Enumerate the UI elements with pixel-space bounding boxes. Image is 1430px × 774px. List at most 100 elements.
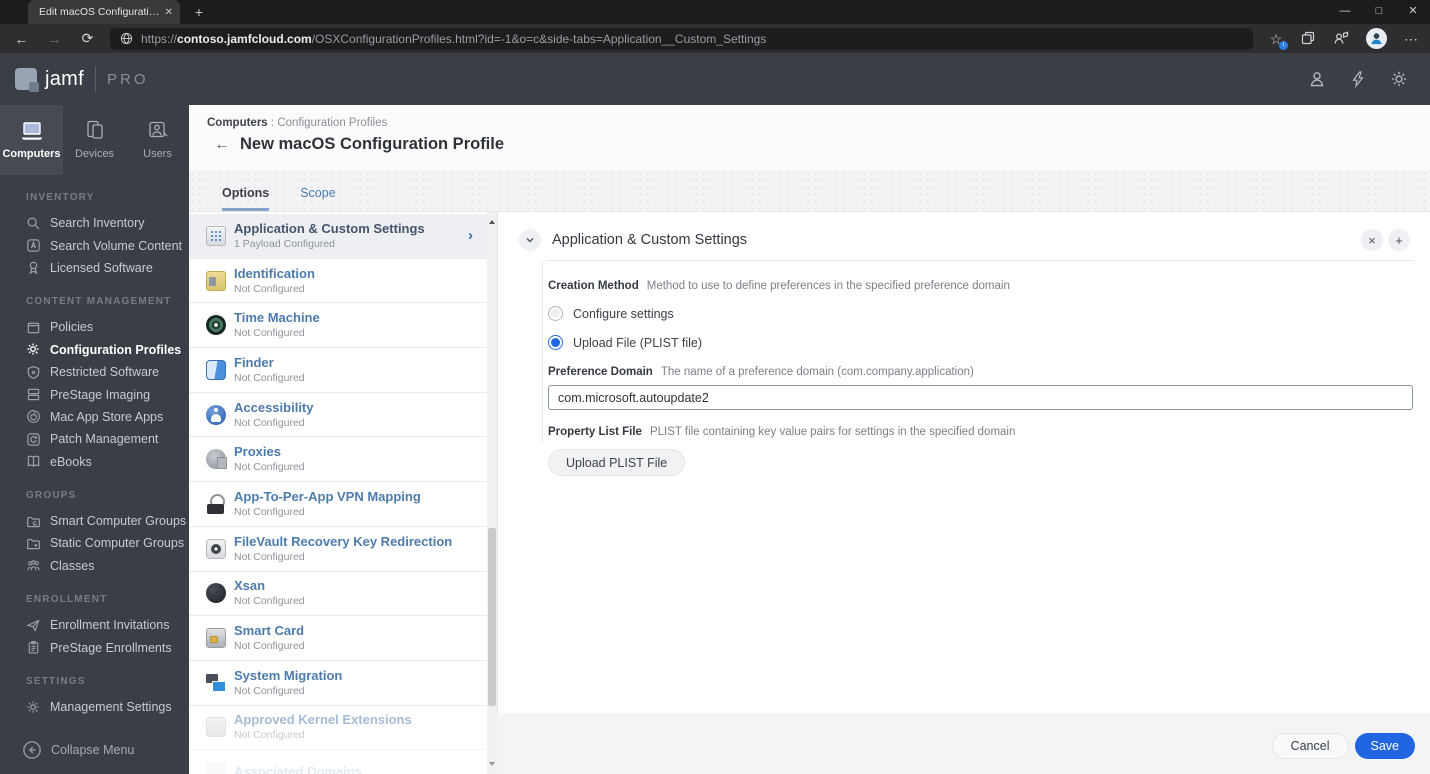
kernel-extensions-icon — [206, 717, 226, 738]
radio-upload-file[interactable]: Upload File (PLIST file) — [548, 335, 1412, 350]
close-icon[interactable]: ✕ — [1396, 0, 1430, 24]
globe-icon — [120, 32, 133, 45]
computers-icon — [21, 122, 42, 140]
payload-item-associated-domains[interactable]: Associated Domains — [189, 750, 487, 774]
server-icon — [27, 388, 40, 401]
payload-item-time-machine[interactable]: Time Machine Not Configured — [189, 303, 487, 349]
payload-item-filevault-recovery-key-redirection[interactable]: FileVault Recovery Key Redirection Not Co… — [189, 526, 487, 572]
preference-domain-input[interactable] — [548, 385, 1413, 410]
sidebar-item-configuration-profiles[interactable]: Configuration Profiles — [0, 339, 189, 361]
payload-item-app-to-per-app-vpn-mapping[interactable]: App-To-Per-App VPN Mapping Not Configured — [189, 482, 487, 527]
back-arrow-icon[interactable]: ← — [214, 136, 230, 154]
sidebar-item-enrollment-invitations[interactable]: Enrollment Invitations — [0, 614, 189, 636]
payload-item-application-custom-settings[interactable]: Application & Custom Settings 1 Payload C… — [189, 214, 487, 259]
address-bar[interactable]: https://contoso.jamfcloud.com/OSXConfigu… — [110, 27, 1253, 50]
lightning-icon[interactable] — [1350, 70, 1366, 88]
tab-close-icon[interactable]: ✕ — [165, 7, 173, 18]
nav-computers[interactable]: Computers — [0, 105, 63, 175]
add-payload-icon[interactable]: + — [1388, 229, 1410, 251]
payload-item-approved-kernel-extensions[interactable]: Approved Kernel Extensions Not Configured — [189, 705, 487, 751]
scroll-down-icon[interactable] — [489, 762, 495, 769]
cancel-button[interactable]: Cancel — [1271, 733, 1349, 759]
sidebar-item-smart-computer-groups[interactable]: Smart Computer Groups — [0, 510, 189, 532]
scrollbar-thumb[interactable] — [488, 528, 496, 706]
page-title: New macOS Configuration Profile — [240, 135, 505, 153]
scroll-up-icon[interactable] — [489, 217, 495, 224]
collapse-chevron-icon[interactable] — [519, 229, 541, 251]
primary-nav: Computers Devices Users — [0, 105, 189, 175]
user-icon[interactable] — [1308, 70, 1326, 88]
jamf-logo-icon — [15, 68, 39, 92]
payload-list-scrollbar[interactable] — [487, 212, 497, 774]
devices-icon — [86, 120, 103, 139]
policies-icon — [27, 322, 40, 334]
users-icon — [148, 121, 167, 138]
sidebar-item-search-volume-content[interactable]: Search Volume Content — [0, 234, 189, 256]
tab-scope[interactable]: Scope — [300, 186, 335, 211]
more-menu-icon[interactable]: ⋯ — [1402, 30, 1420, 48]
collections-icon[interactable] — [1300, 30, 1318, 48]
payload-item-finder[interactable]: Finder Not Configured — [189, 348, 487, 393]
gear-icon[interactable] — [1390, 70, 1408, 88]
sidebar-item-static-computer-groups[interactable]: Static Computer Groups — [0, 532, 189, 554]
classes-people-icon — [27, 560, 40, 571]
sidebar: Computers Devices Users INVENTORY Search… — [0, 105, 189, 774]
payload-item-proxies[interactable]: Proxies Not Configured — [189, 437, 487, 483]
book-icon — [27, 455, 40, 467]
settings-gear-icon — [27, 701, 39, 713]
proxies-globe-icon — [206, 449, 227, 470]
remove-payload-icon[interactable]: × — [1361, 229, 1383, 251]
profile-tabs: Options Scope — [189, 170, 1430, 212]
minimize-icon[interactable]: — — [1328, 0, 1362, 24]
sidebar-item-mac-app-store-apps[interactable]: Mac App Store Apps — [0, 406, 189, 428]
back-icon[interactable]: ← — [13, 31, 30, 47]
payload-item-xsan[interactable]: Xsan Not Configured — [189, 571, 487, 617]
sidebar-item-management-settings[interactable]: Management Settings — [0, 696, 189, 718]
radio-configure-settings[interactable]: Configure settings — [548, 306, 1412, 321]
browser-tab[interactable]: Edit macOS Configuration Profile ✕ — [28, 0, 180, 24]
jamf-logo[interactable]: jamf PRO — [15, 66, 149, 92]
payload-item-smart-card[interactable]: Smart Card Not Configured — [189, 616, 487, 661]
sidebar-item-policies[interactable]: Policies — [0, 316, 189, 338]
maximize-icon[interactable]: □ — [1362, 0, 1396, 24]
preference-domain-label: Preference Domain The name of a preferenc… — [548, 366, 974, 378]
sidebar-item-prestage-imaging[interactable]: PreStage Imaging — [0, 383, 189, 405]
paper-plane-icon — [26, 619, 40, 632]
sidebar-item-restricted-software[interactable]: Restricted Software — [0, 361, 189, 383]
nav-devices[interactable]: Devices — [63, 105, 126, 175]
favorites-star-icon[interactable]: ☆ i — [1267, 30, 1288, 50]
sidebar-item-prestage-enrollments[interactable]: PreStage Enrollments — [0, 636, 189, 658]
sidebar-item-licensed-software[interactable]: Licensed Software — [0, 257, 189, 279]
feedback-icon[interactable] — [1333, 30, 1351, 48]
save-button[interactable]: Save — [1354, 733, 1415, 759]
payload-item-accessibility[interactable]: Accessibility Not Configured — [189, 392, 487, 438]
xsan-icon — [206, 583, 226, 604]
restricted-shield-icon — [27, 365, 40, 379]
collapse-menu-button[interactable]: Collapse Menu — [22, 740, 134, 760]
breadcrumb: Computers : Configuration Profiles — [207, 117, 388, 129]
application-custom-settings-icon — [206, 225, 226, 246]
breadcrumb-current: Configuration Profiles — [277, 117, 388, 129]
browser-tabstrip: Edit macOS Configuration Profile ✕ + — □… — [0, 0, 1430, 24]
breadcrumb-root[interactable]: Computers — [207, 117, 268, 129]
radio-on-icon[interactable] — [548, 335, 563, 350]
payload-item-system-migration[interactable]: System Migration Not Configured — [189, 660, 487, 706]
forward-icon[interactable]: → — [46, 31, 63, 47]
payload-item-identification[interactable]: Identification Not Configured — [189, 258, 487, 304]
sidebar-item-classes[interactable]: Classes — [0, 555, 189, 577]
upload-plist-button[interactable]: Upload PLIST File — [548, 449, 686, 476]
new-tab-icon[interactable]: + — [190, 3, 208, 21]
sidebar-item-ebooks[interactable]: eBooks — [0, 451, 189, 473]
search-icon — [27, 217, 40, 230]
static-group-folder-icon — [27, 538, 40, 550]
tab-options[interactable]: Options — [222, 186, 270, 211]
radio-off-icon[interactable] — [548, 306, 563, 321]
sidebar-item-patch-management[interactable]: Patch Management — [0, 428, 189, 450]
refresh-icon[interactable]: ⟳ — [79, 30, 96, 47]
sidebar-item-search-inventory[interactable]: Search Inventory — [0, 212, 189, 234]
browser-toolbar: ← → ⟳ https://contoso.jamfcloud.com/OSXC… — [0, 24, 1430, 53]
property-list-file-label: Property List File PLIST file containing … — [548, 426, 1016, 438]
nav-users[interactable]: Users — [126, 105, 189, 175]
profile-avatar[interactable] — [1366, 28, 1387, 49]
url-text: https://contoso.jamfcloud.com/OSXConfigu… — [141, 31, 767, 46]
